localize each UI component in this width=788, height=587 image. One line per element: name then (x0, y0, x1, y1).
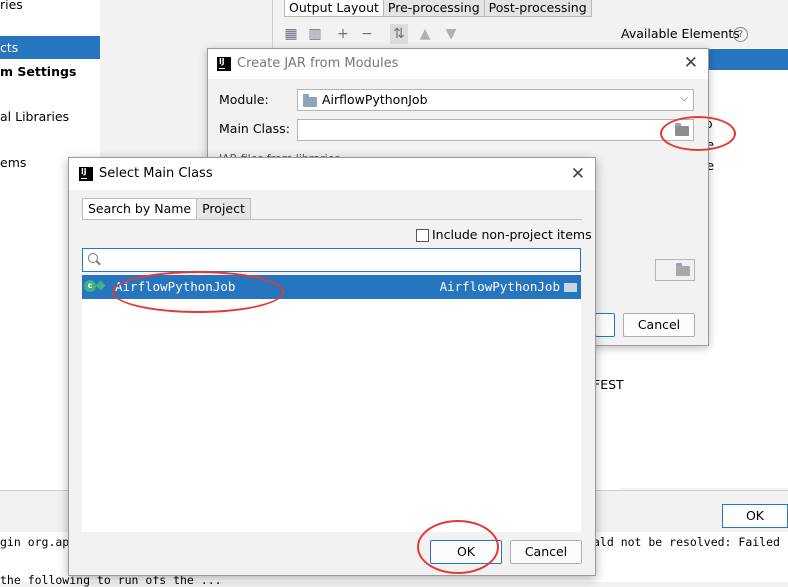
result-class-name: AirflowPythonJob (115, 279, 236, 294)
main-class-label: Main Class: (219, 121, 290, 136)
tab-divider (82, 219, 582, 220)
module-combo[interactable]: AirflowPythonJob ⌵ (297, 89, 694, 111)
sort-icon[interactable]: ⇅ (390, 24, 408, 44)
class-results-list[interactable]: c AirflowPythonJob AirflowPythonJob (82, 275, 581, 532)
cancel-button[interactable]: Cancel (510, 540, 582, 564)
include-non-project-label[interactable]: Include non-project items (432, 227, 592, 242)
project-structure-ok-button[interactable]: OK (722, 504, 788, 528)
dialog-title: Create JAR from Modules (237, 56, 399, 71)
dialog-titlebar: IJ Create JAR from Modules ✕ (208, 49, 708, 79)
tab-output-layout[interactable]: Output Layout (284, 0, 384, 17)
layout-toolbar: ▦ ▥ + − ⇅ ▲ ▼ (280, 24, 620, 46)
close-icon[interactable]: ✕ (571, 166, 585, 183)
archive-icon[interactable]: ▥ (306, 24, 324, 44)
jar-ok-button-partial[interactable] (595, 313, 615, 337)
jar-cancel-button[interactable]: Cancel (623, 313, 695, 337)
select-main-class-dialog: IJ Select Main Class ✕ Search by Name Pr… (68, 157, 596, 576)
ok-button[interactable]: OK (430, 540, 502, 564)
class-search-input[interactable] (82, 248, 581, 272)
console-line: gin org.apa (0, 535, 77, 549)
remove-icon[interactable]: − (358, 24, 376, 44)
sidebar-item-artifacts-partial[interactable]: cts (0, 36, 100, 59)
result-module-name: AirflowPythonJob (439, 279, 560, 294)
module-label: Module: (219, 92, 269, 107)
available-elements-label: Available Elements (621, 26, 740, 41)
tab-project[interactable]: Project (196, 198, 251, 220)
up-icon[interactable]: ▲ (416, 24, 434, 44)
intellij-logo-icon: IJ (79, 167, 93, 181)
add-folder-icon[interactable]: ▦ (282, 24, 300, 44)
chevron-down-icon: ⌵ (680, 93, 688, 104)
down-icon[interactable]: ▼ (442, 24, 460, 44)
add-icon[interactable]: + (334, 24, 352, 44)
sidebar-item-libraries-partial[interactable]: ries (0, 0, 100, 16)
class-icon: c (84, 280, 96, 292)
close-icon[interactable]: ✕ (684, 55, 698, 72)
tab-pre-processing[interactable]: Pre-processing (382, 0, 485, 17)
sidebar-heading-platform-settings: m Settings (0, 64, 77, 79)
manifest-dir-field[interactable] (655, 259, 695, 281)
browse-folder-icon[interactable] (676, 263, 690, 276)
module-folder-icon (303, 94, 317, 107)
dialog-title: Select Main Class (99, 166, 213, 181)
tab-post-processing[interactable]: Post-processing (483, 0, 592, 17)
list-item[interactable]: c AirflowPythonJob AirflowPythonJob (82, 275, 581, 299)
browse-folder-icon[interactable] (675, 123, 689, 136)
search-icon (88, 253, 98, 263)
manifest-text-partial: FEST (593, 377, 624, 392)
module-folder-icon (564, 283, 577, 292)
console-line: ald not be resolved: Failed (593, 535, 780, 549)
intellij-logo-icon: IJ (217, 57, 231, 71)
runnable-icon (95, 280, 106, 291)
main-class-field[interactable] (297, 119, 694, 141)
help-icon[interactable]: ? (733, 27, 748, 42)
module-value: AirflowPythonJob (322, 92, 428, 107)
sidebar-item-global-libraries[interactable]: al Libraries (0, 105, 100, 128)
tab-search-by-name[interactable]: Search by Name (82, 198, 198, 220)
dialog-titlebar: IJ Select Main Class ✕ (69, 158, 595, 190)
search-tabs: Search by Name Project (82, 198, 251, 220)
include-non-project-checkbox[interactable] (416, 229, 429, 242)
artifact-tabs: Output Layout Pre-processing Post-proces… (284, 0, 592, 17)
